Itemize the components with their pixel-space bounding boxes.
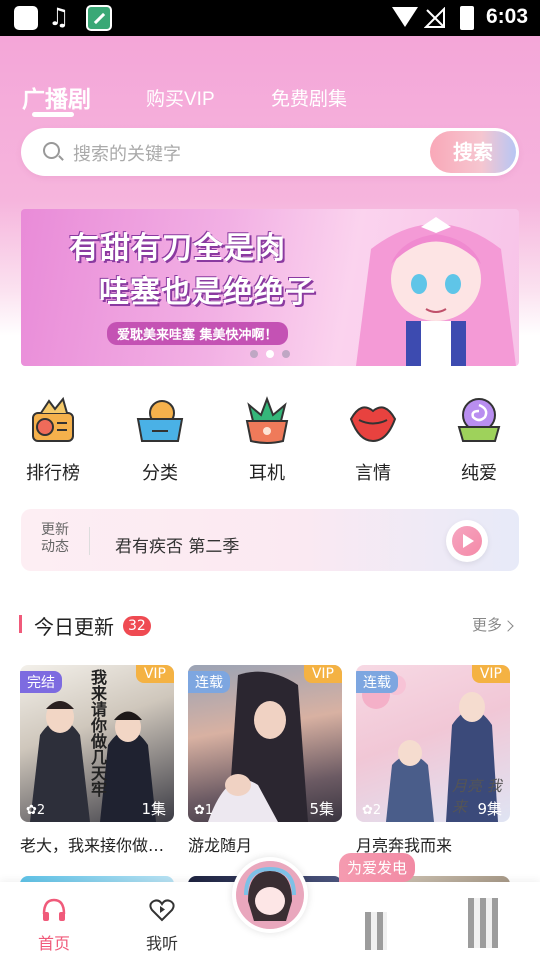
play-button[interactable] — [446, 520, 488, 562]
episode-count: 5集 — [309, 800, 334, 818]
lollipop-icon — [457, 398, 501, 442]
obscured-nav-item[interactable] — [468, 898, 498, 948]
drama-title: 老大，我来接你做… — [20, 836, 165, 855]
pagination-dot-active[interactable] — [266, 350, 274, 358]
play-icon — [452, 526, 482, 556]
nav-home[interactable]: 首页 — [14, 896, 94, 954]
rank-value: 2 — [372, 803, 382, 818]
wifi-icon — [392, 7, 418, 27]
search-bar: 搜索的关键字 搜索 — [21, 128, 519, 176]
app-notification-icon — [86, 5, 112, 31]
obscured-nav-item[interactable] — [365, 912, 387, 950]
heart-play-icon — [149, 899, 175, 922]
lips-icon — [349, 406, 397, 443]
nav-label: 我听 — [145, 934, 178, 953]
search-button[interactable]: 搜索 — [430, 131, 516, 173]
nav-label: 首页 — [37, 934, 70, 953]
category-label: 分类 — [142, 463, 178, 484]
status-bar: ♫ 6:03 — [0, 0, 540, 36]
rank-label: ✿2 — [26, 803, 46, 818]
category-label: 言情 — [355, 463, 391, 484]
search-input[interactable]: 搜索的关键字 — [73, 140, 181, 166]
section-title: 今日更新 — [34, 615, 114, 639]
promo-banner[interactable]: 有甜有刀全是肉 哇塞也是绝绝子 爱耽美来哇塞 集美快冲啊！ — [21, 209, 519, 366]
banner-caption: 爱耽美来哇塞 集美快冲啊！ — [107, 322, 288, 345]
signal-icon — [424, 7, 445, 28]
category-label: 耳机 — [249, 463, 285, 484]
clock: 6:03 — [486, 5, 529, 28]
drama-card[interactable]: 连载 VIP ✿1 5集 游龙随月 — [188, 665, 342, 856]
tab-radio-drama[interactable]: 广播剧 — [22, 80, 91, 114]
rank-label: ✿1 — [194, 803, 214, 818]
drama-card[interactable]: 我来请你做几天牢 完结 VIP ✿2 1集 老大，我来接你做… — [20, 665, 174, 856]
rank-value: 1 — [204, 803, 214, 818]
avatar-illustration — [236, 861, 304, 929]
rank-label: ✿2 — [362, 803, 382, 818]
rank-value: 2 — [36, 803, 46, 818]
drama-card[interactable]: 月亮 我来 连载 VIP ✿2 9集 月亮奔我而来 — [356, 665, 510, 856]
category-label: 排行榜 — [26, 463, 80, 484]
tab-free-episodes[interactable]: 免费剧集 — [271, 84, 347, 111]
top-tabs: 广播剧 购买VIP 免费剧集 — [0, 80, 540, 117]
cover-image: 月亮 我来 连载 VIP ✿2 9集 — [356, 665, 510, 822]
tab-active-indicator — [32, 112, 74, 117]
more-label: 更多 — [472, 616, 503, 634]
banner-headline: 有甜有刀全是肉 — [69, 231, 286, 266]
chevron-right-icon — [502, 620, 514, 632]
succulent-icon — [245, 396, 289, 444]
headphones-icon — [42, 898, 66, 921]
search-icon — [43, 142, 60, 159]
nav-my-listening[interactable]: 我听 — [122, 896, 202, 954]
category-label: 纯爱 — [461, 463, 497, 484]
update-news-strip[interactable]: 更新动态 君有疾否 第二季 — [21, 509, 519, 571]
player-avatar-button[interactable] — [232, 857, 308, 933]
pagination-dot[interactable] — [282, 350, 290, 358]
episode-count: 1集 — [141, 800, 166, 818]
cover-image: 连载 VIP ✿1 5集 — [188, 665, 342, 822]
vip-badge: VIP — [471, 665, 510, 683]
news-tag: 更新动态 — [41, 522, 69, 555]
status-tag: 完结 — [20, 671, 62, 693]
divider — [89, 527, 90, 555]
category-ranking[interactable]: 排行榜 — [18, 395, 88, 485]
vip-badge: VIP — [303, 665, 342, 683]
news-text: 君有疾否 第二季 — [115, 537, 240, 557]
status-tag: 连载 — [356, 671, 398, 693]
category-romance[interactable]: 言情 — [338, 395, 408, 485]
category-pure-love[interactable]: 纯爱 — [444, 395, 514, 485]
battery-icon — [460, 6, 474, 30]
episode-count: 9集 — [477, 800, 502, 818]
status-tag: 连载 — [188, 671, 230, 693]
section-accent-bar — [19, 615, 22, 633]
charge-bubble[interactable]: 为爱发电 — [339, 853, 416, 882]
category-box-icon — [136, 400, 184, 442]
vip-badge: VIP — [135, 665, 174, 683]
avatar — [236, 861, 304, 929]
cover-image: 我来请你做几天牢 完结 VIP ✿2 1集 — [20, 665, 174, 822]
music-note-icon: ♫ — [48, 3, 70, 31]
banner-subheadline: 哇塞也是绝绝子 — [99, 275, 316, 310]
cover-title-art: 我来请你做几天牢 — [88, 669, 107, 797]
category-classify[interactable]: 分类 — [125, 395, 195, 485]
radio-icon — [32, 396, 74, 442]
more-link[interactable]: 更多 — [472, 614, 514, 635]
notification-square-icon — [14, 6, 38, 30]
tab-buy-vip[interactable]: 购买VIP — [146, 84, 215, 111]
anime-girl-illustration — [356, 217, 516, 366]
category-earphone[interactable]: 耳机 — [232, 395, 302, 485]
pagination-dot[interactable] — [250, 350, 258, 358]
update-count-badge: 32 — [123, 616, 151, 636]
drama-title: 游龙随月 — [188, 836, 253, 855]
